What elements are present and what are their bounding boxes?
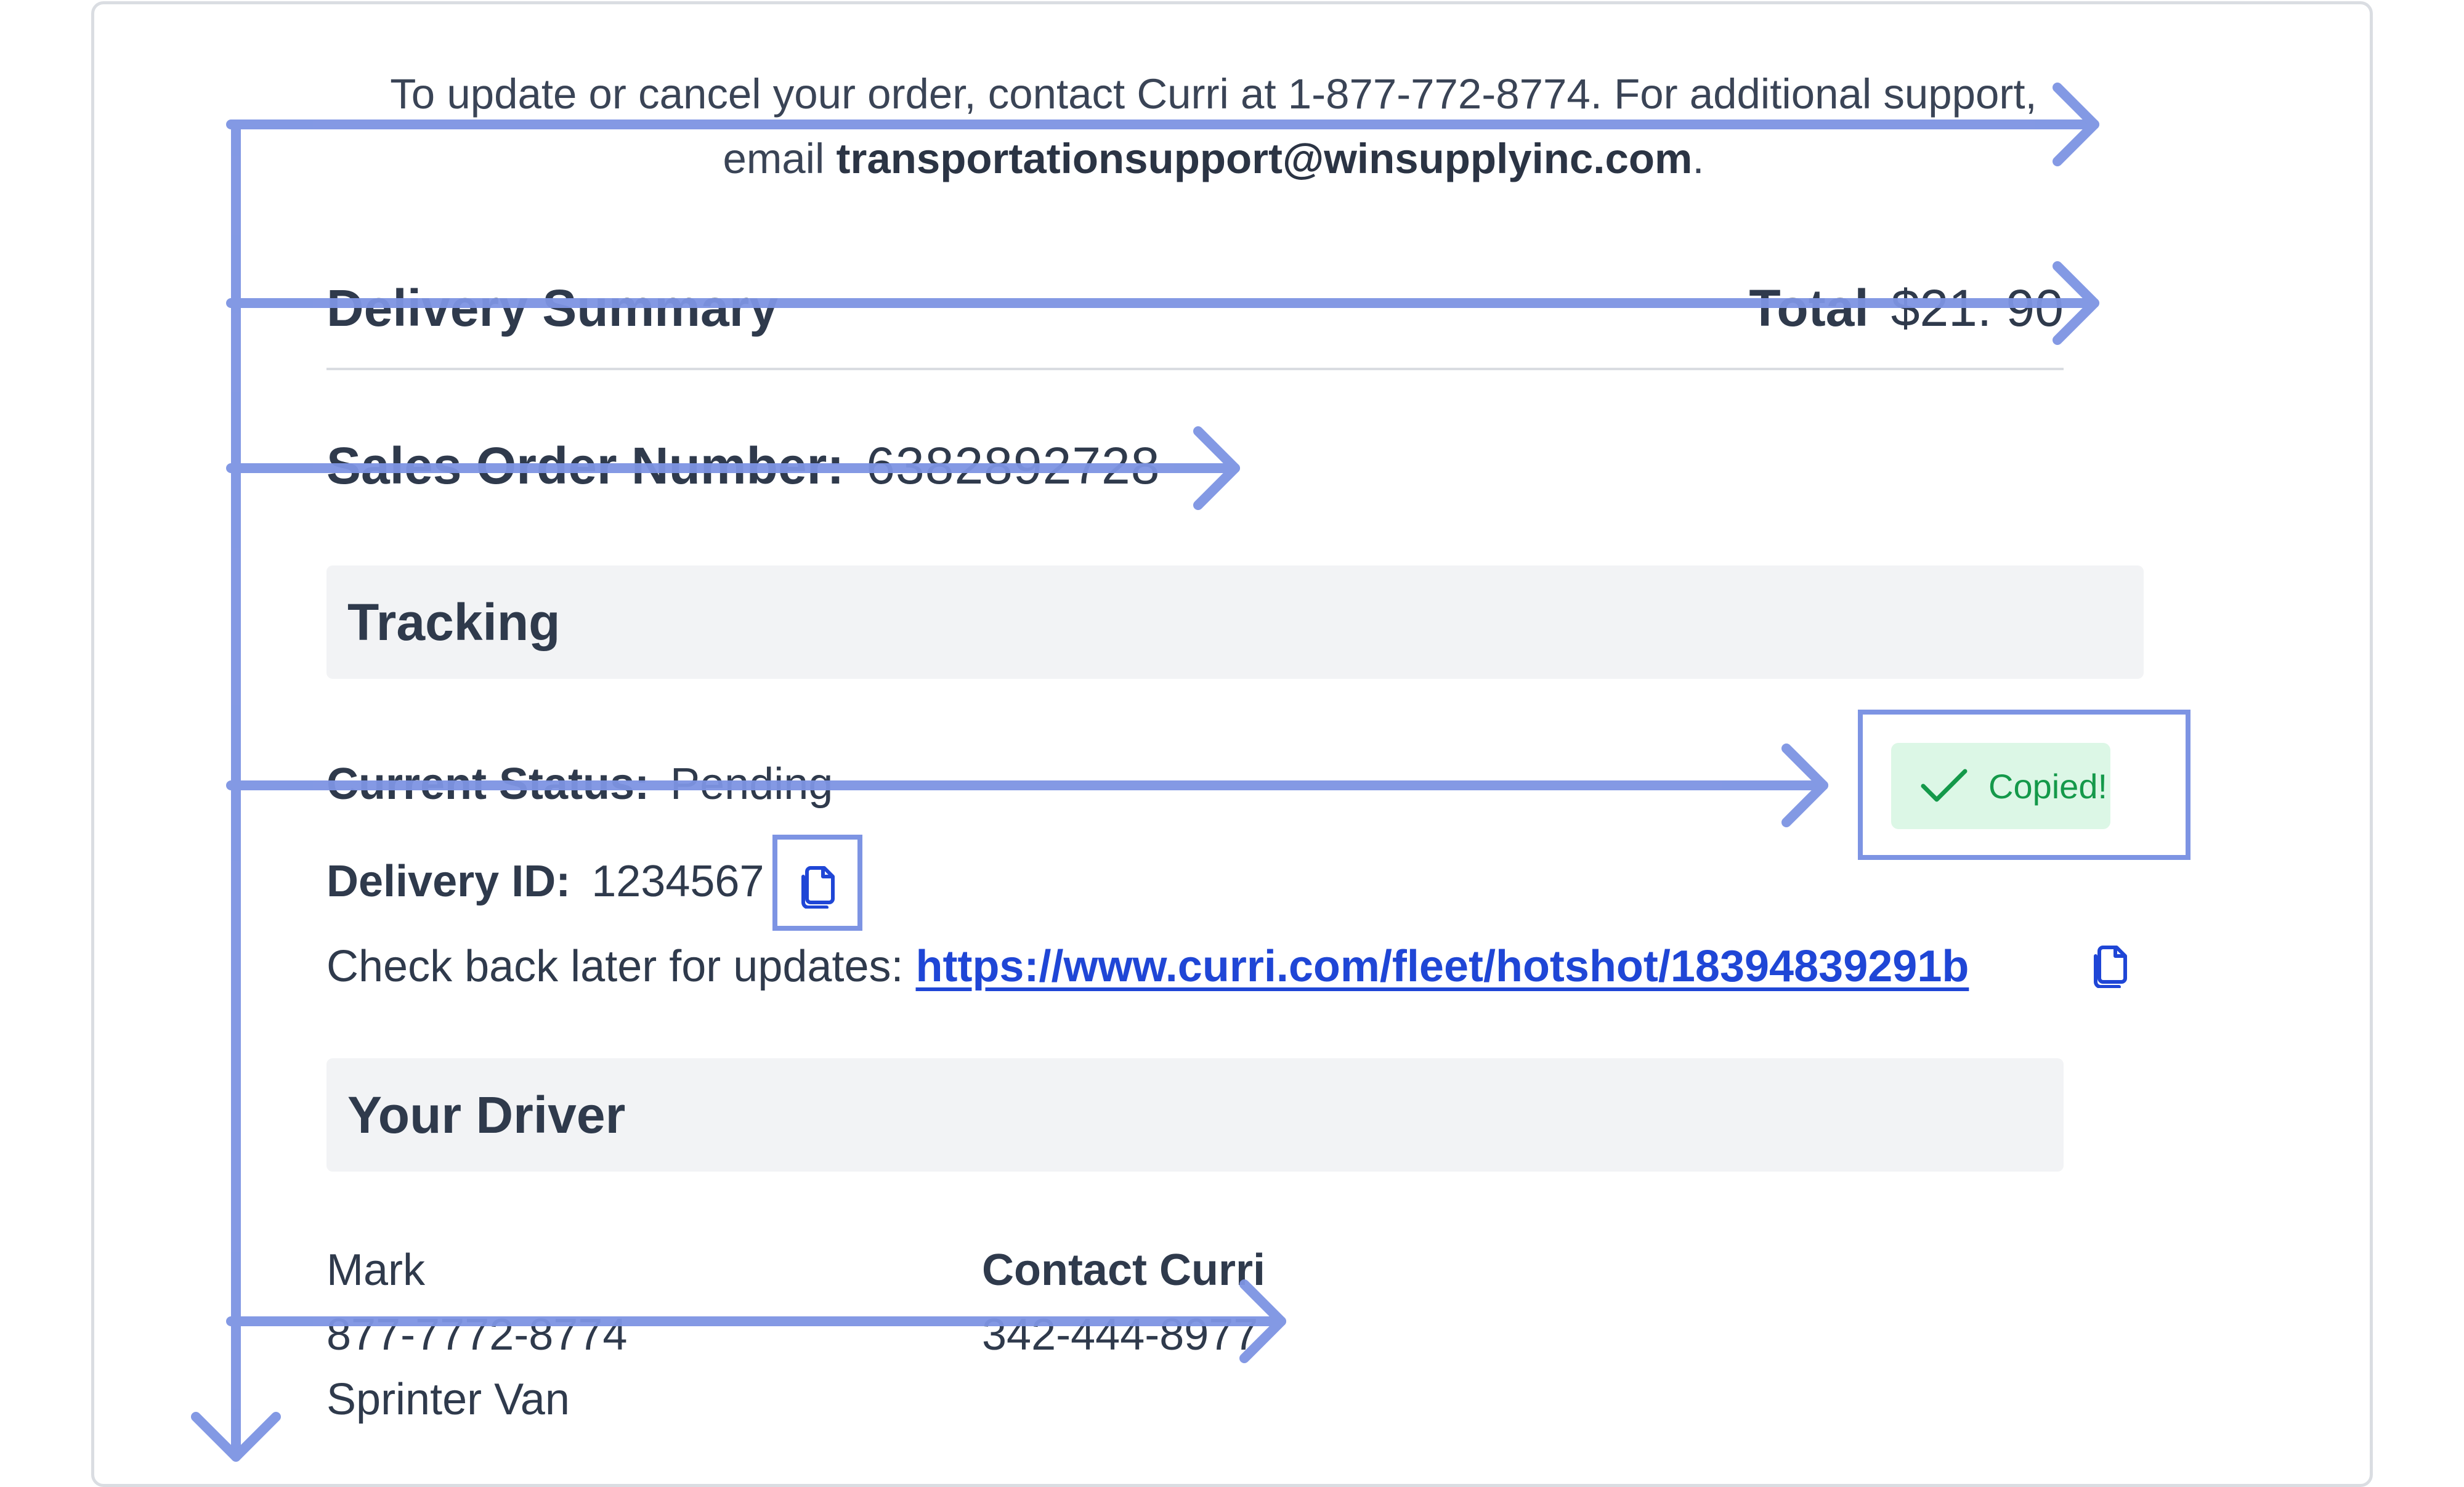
notice-suffix: . — [1692, 135, 1704, 182]
driver-phone: 877-7772-8774 — [326, 1310, 628, 1359]
tracking-link-row: Check back later for updates: https://ww… — [326, 941, 1969, 992]
check-back-text: Check back later for updates: — [326, 942, 904, 991]
tracking-link[interactable]: https://www.curri.com/fleet/hotshot/1839… — [916, 942, 1969, 991]
copied-toast: Copied! — [1891, 743, 2110, 829]
contact-curri: Contact Curri 342-444-8977 — [982, 1238, 1265, 1367]
delivery-id-label: Delivery ID: — [326, 857, 571, 906]
checkmark-icon — [1921, 769, 1968, 802]
copy-delivery-id-button[interactable] — [772, 835, 862, 931]
summary-divider — [326, 368, 2064, 370]
total-value: $21. 90 — [1891, 279, 2064, 337]
copy-icon — [801, 866, 835, 909]
current-status: Current Status: Pending — [326, 759, 833, 809]
sales-order-value: 6382892728 — [866, 437, 1161, 495]
driver-section-header: Your Driver — [326, 1058, 2064, 1172]
status-label: Current Status: — [326, 760, 650, 809]
delivery-id: Delivery ID: 1234567 — [326, 856, 764, 907]
driver-name: Mark — [326, 1246, 425, 1295]
driver-info: Mark 877-7772-8774 Sprinter Van — [326, 1238, 627, 1432]
support-email[interactable]: transportationsupport@winsupplyinc.com — [837, 135, 1693, 182]
delivery-id-value: 1234567 — [591, 857, 764, 906]
sales-order-number: Sales Order Number: 6382892728 — [326, 436, 1160, 496]
order-total: Total $21. 90 — [1749, 278, 2064, 338]
sales-order-label: Sales Order Number: — [326, 437, 845, 495]
tracking-section-header: Tracking — [326, 565, 2144, 679]
order-notice: To update or cancel your order, contact … — [370, 62, 2057, 191]
driver-vehicle: Sprinter Van — [326, 1375, 570, 1424]
delivery-summary-heading: Delivery Summary — [326, 279, 779, 337]
toast-highlight: Copied! — [1858, 710, 2190, 860]
status-value: Pending — [670, 760, 833, 809]
contact-curri-phone: 342-444-8977 — [982, 1310, 1258, 1359]
copy-tracking-link-button[interactable] — [2092, 942, 2131, 991]
contact-curri-label: Contact Curri — [982, 1246, 1266, 1295]
copy-icon — [2094, 946, 2127, 989]
total-label: Total — [1749, 279, 1869, 337]
toast-text: Copied! — [1988, 766, 2108, 806]
